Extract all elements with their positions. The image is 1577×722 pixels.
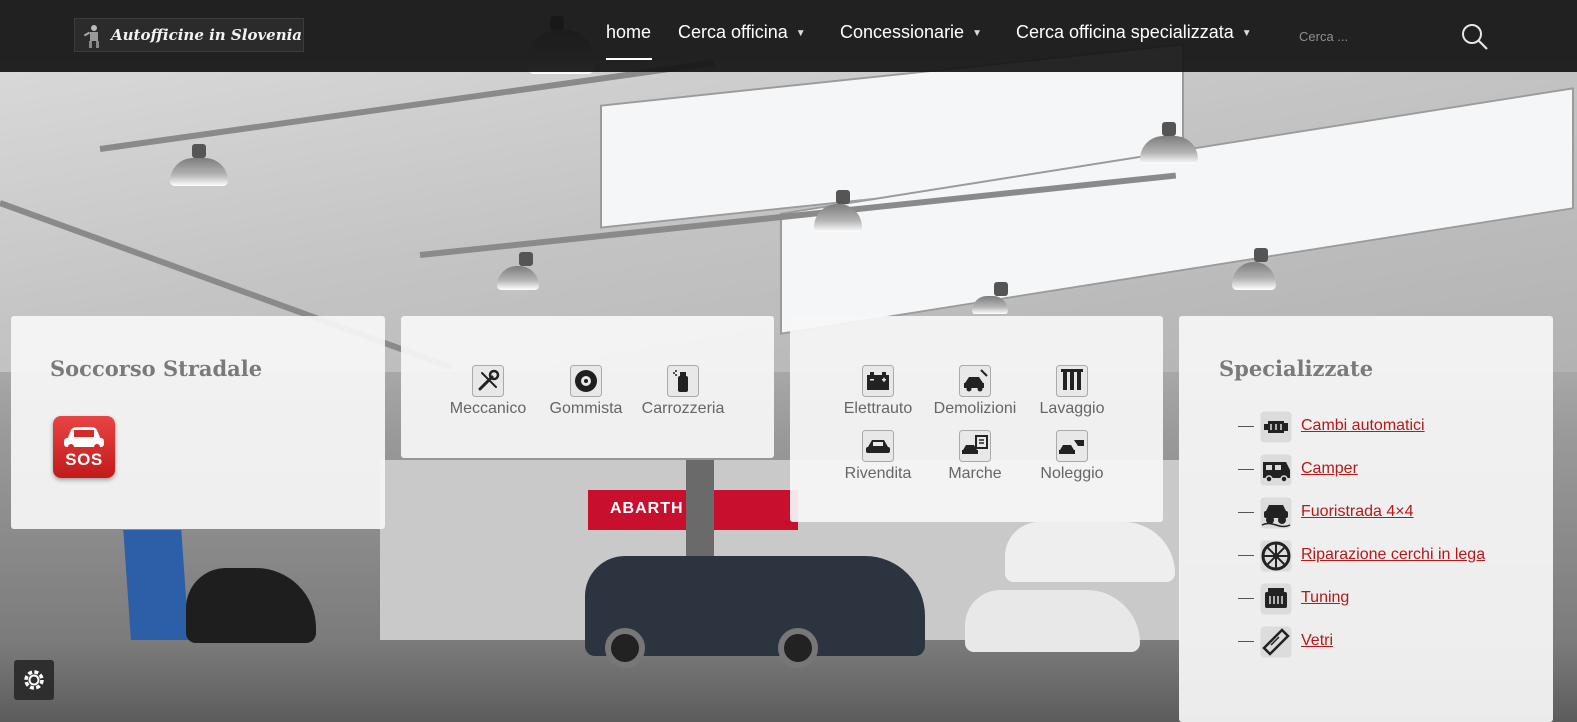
service-label: Meccanico — [449, 400, 527, 417]
car-brand-icon — [959, 430, 991, 462]
camper-icon — [1260, 454, 1292, 486]
caret-down-icon: ▼ — [795, 28, 806, 39]
specializzate-title: Specializzate — [1219, 356, 1374, 381]
service-label: Noleggio — [1040, 465, 1104, 482]
alloy-wheel-icon — [1260, 540, 1292, 572]
service-demolizioni[interactable]: Demolizioni — [927, 365, 1023, 418]
battery-icon — [862, 365, 894, 397]
search-input[interactable] — [1297, 22, 1451, 50]
car-rental-icon — [1056, 430, 1088, 462]
gearbox-icon — [1260, 411, 1292, 443]
active-nav-indicator — [606, 58, 652, 60]
top-navigation-bar: Autofficine in Slovenia home Cerca offic… — [0, 0, 1577, 72]
windshield-icon — [1260, 626, 1292, 658]
service-label: Carrozzeria — [641, 400, 725, 417]
service-lavaggio[interactable]: Lavaggio — [1024, 365, 1120, 418]
spec-link[interactable]: Tuning — [1301, 589, 1349, 607]
service-label: Elettrauto — [843, 400, 913, 417]
nav-cerca-officina-specializzata[interactable]: Cerca officina specializzata ▼ — [1016, 22, 1252, 43]
logo-text: Autofficine in Slovenia — [111, 26, 303, 44]
list-dash — [1238, 555, 1254, 556]
car-white — [965, 590, 1140, 652]
offroad-car-icon — [1260, 497, 1292, 529]
list-dash — [1238, 512, 1254, 513]
wheel — [605, 628, 645, 668]
soccorso-title: Soccorso Stradale — [50, 356, 263, 381]
service-noleggio[interactable]: Noleggio — [1024, 430, 1120, 483]
list-dash — [1238, 641, 1254, 642]
mechanic-logo-icon — [83, 25, 99, 48]
spec-link[interactable]: Cambi automatici — [1301, 417, 1425, 435]
car-wash-icon — [1056, 365, 1088, 397]
car-white — [1005, 522, 1175, 582]
list-dash — [1238, 469, 1254, 470]
service-label: Gommista — [549, 400, 623, 417]
service-marche[interactable]: Marche — [927, 430, 1023, 483]
nav-cerca-officina[interactable]: Cerca officina ▼ — [678, 22, 806, 43]
car-crusher-icon — [959, 365, 991, 397]
nav-cerca-officina-label: Cerca officina — [678, 22, 788, 42]
list-dash — [1238, 598, 1254, 599]
ceiling-lamp — [972, 282, 1008, 314]
car-icon — [862, 430, 894, 462]
site-logo[interactable]: Autofficine in Slovenia — [74, 18, 304, 52]
nav-concessionarie[interactable]: Concessionarie ▼ — [840, 22, 982, 43]
wrench-screwdriver-icon — [472, 365, 504, 397]
nav-cerca-officina-specializzata-label: Cerca officina specializzata — [1016, 22, 1234, 42]
search-icon[interactable] — [1460, 22, 1490, 52]
sos-roadside-button[interactable]: SOS — [53, 416, 115, 478]
spec-link[interactable]: Camper — [1301, 460, 1358, 478]
caret-down-icon: ▼ — [1241, 28, 1252, 39]
ceiling-lamp — [1140, 122, 1198, 164]
spec-link[interactable]: Vetri — [1301, 632, 1333, 650]
nav-home-label: home — [606, 22, 652, 42]
spec-link[interactable]: Fuoristrada 4×4 — [1301, 503, 1414, 521]
nav-concessionarie-label: Concessionarie — [840, 22, 965, 42]
list-dash — [1238, 426, 1254, 427]
sos-label: SOS — [65, 450, 103, 469]
service-label: Demolizioni — [933, 400, 1017, 417]
gear-icon — [24, 670, 44, 690]
settings-button[interactable] — [14, 660, 54, 700]
spray-can-icon — [667, 365, 699, 397]
caret-down-icon: ▼ — [972, 28, 982, 39]
service-gommista[interactable]: Gommista — [538, 365, 634, 418]
nav-home[interactable]: home — [606, 22, 651, 43]
card-services-other — [790, 316, 1163, 522]
tire-icon — [570, 365, 602, 397]
tuning-engine-icon — [1260, 583, 1292, 615]
service-rivendita[interactable]: Rivendita — [830, 430, 926, 483]
service-label: Rivendita — [844, 465, 912, 482]
sos-car-icon — [64, 427, 104, 450]
spec-link[interactable]: Riparazione cerchi in lega — [1301, 546, 1485, 564]
wheel — [778, 628, 818, 668]
service-label: Lavaggio — [1039, 400, 1105, 417]
service-elettrauto[interactable]: Elettrauto — [830, 365, 926, 418]
service-label: Marche — [948, 465, 1002, 482]
car-black — [186, 568, 316, 643]
service-meccanico[interactable]: Meccanico — [440, 365, 536, 418]
ceiling-lamp — [170, 144, 228, 186]
service-carrozzeria[interactable]: Carrozzeria — [635, 365, 731, 418]
